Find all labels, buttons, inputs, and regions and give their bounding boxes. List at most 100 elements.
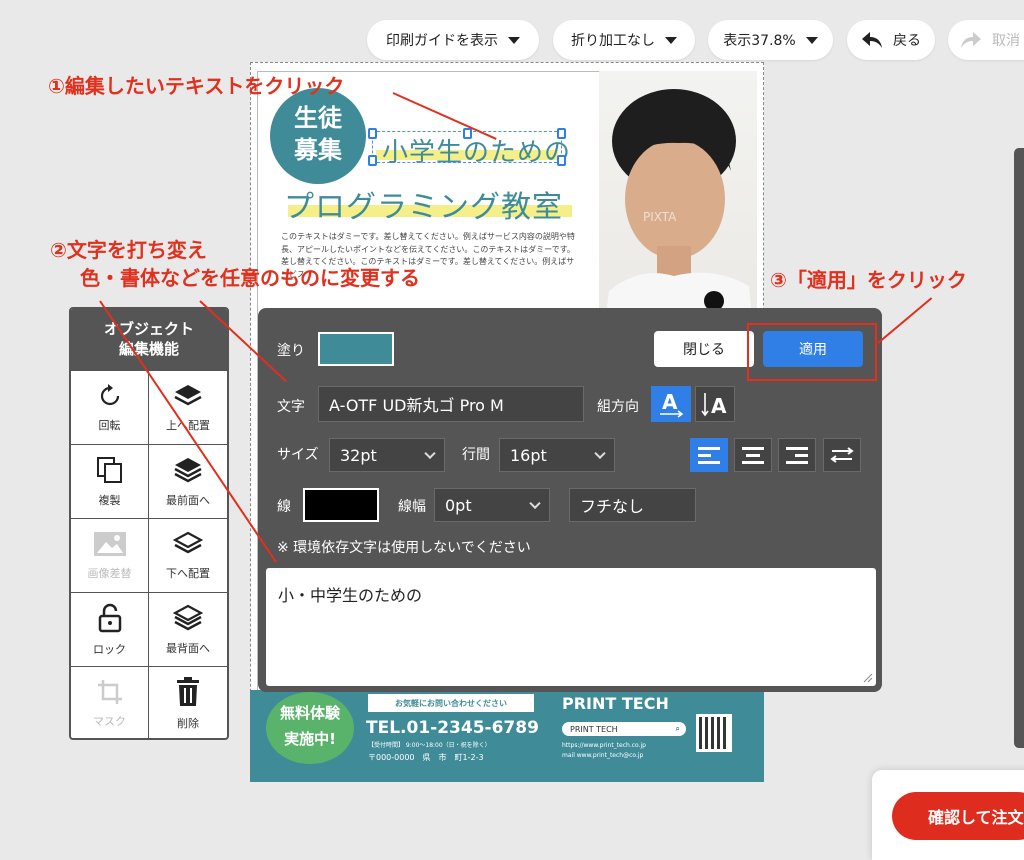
justify-icon [830,447,854,463]
send-to-back-label: 最背面へ [166,641,210,655]
bring-to-front-label: 最前面へ [166,493,210,507]
outline-style-value: フチなし [580,497,645,516]
redo-button[interactable]: 取消 [948,20,1024,60]
stroke-width-select[interactable]: 0pt [434,488,550,522]
size-label: サイズ [277,447,319,463]
chevron-down-icon [424,447,436,460]
send-backward-button[interactable]: 下へ配置 [149,519,227,593]
search-icon: ⌕ [675,724,680,733]
mask-label: マスク [93,715,126,728]
chevron-down-icon [594,447,606,460]
svg-text:A: A [662,390,678,414]
brand-text: PRINT TECH [562,694,669,713]
send-backward-label: 下へ配置 [166,566,210,580]
caret-down-icon [805,36,818,44]
fill-color-swatch[interactable] [318,332,394,366]
free-trial-badge: 無料体験 実施中! [266,692,354,764]
font-size-select[interactable]: 32pt [329,438,445,472]
image-icon [93,531,126,556]
undo-label: 戻る [893,33,921,49]
resize-handle[interactable] [557,128,566,139]
leading-value: 16pt [510,445,547,465]
hours-text: 【受付時間】 9:00〜18:00（日・祝を除く） [368,742,491,749]
caret-down-icon [665,36,677,44]
outline-style-field[interactable]: フチなし [569,488,696,522]
font-family-field[interactable]: A-OTF UD新丸ゴ Pro M [318,386,584,422]
caret-down-icon [508,36,520,44]
crop-icon [97,680,122,704]
replace-image-button[interactable]: 画像差替 [71,519,149,593]
badge-line-2: 募集 [294,136,342,164]
resize-handle[interactable] [368,155,377,166]
stroke-width-label: 線幅 [398,499,426,515]
justify-button[interactable] [823,438,861,472]
delete-button[interactable]: 削除 [149,667,227,738]
warning-text: ※ 環境依存文字は使用しないでください [277,540,531,556]
direction-label: 組方向 [597,399,639,415]
rotate-button[interactable]: 回転 [71,371,149,445]
url-text: https://www.print_tech.co.jp [562,742,646,749]
address-text: 〒000-0000 県 市 町1-2-3 [368,753,484,762]
mail-text: mail www.print_tech@co.jp [562,752,644,759]
fold-dropdown[interactable]: 折り加工なし [553,20,695,60]
vertical-text-icon: A [701,393,727,418]
zoom-dropdown[interactable]: 表示37.8% [708,20,833,60]
rotate-label: 回転 [98,418,121,432]
layer-front-icon [174,457,202,482]
replace-image-label: 画像差替 [87,566,132,580]
text-input-value: 小・中学生のための [278,586,423,605]
rotate-icon [100,383,119,405]
print-guide-label: 印刷ガイドを表示 [386,33,498,49]
qr-code [696,714,732,752]
stroke-color-swatch[interactable] [303,488,379,522]
undo-icon [862,32,882,48]
send-to-back-button[interactable]: 最背面へ [149,593,227,667]
print-guide-dropdown[interactable]: 印刷ガイドを表示 [367,20,539,60]
brand-search-box: PRINT TECH ⌕ [562,722,686,736]
lock-button[interactable]: ロック [71,593,149,667]
headline-main-text[interactable]: プログラミング教室 [284,182,563,226]
align-right-button[interactable] [778,438,816,472]
resize-handle[interactable] [557,155,566,166]
resize-handle[interactable] [463,128,472,139]
bring-to-front-button[interactable]: 最前面へ [149,445,227,519]
font-size-value: 32pt [340,445,377,465]
resize-handle[interactable] [368,128,377,139]
horizontal-text-button[interactable]: A [651,386,691,422]
annotation-step-2-line-1: ②文字を打ち変え [50,238,207,262]
layer-back-icon [173,604,203,630]
stroke-width-value: 0pt [445,495,472,515]
undo-button[interactable]: 戻る [847,20,935,60]
mask-button[interactable]: マスク [71,667,149,738]
object-panel-title-line-1: オブジェクト [103,320,194,338]
free-trial-line-1: 無料体験 [279,704,340,722]
trash-icon [177,677,199,706]
leading-select[interactable]: 16pt [499,438,615,472]
resize-grip-icon [863,673,873,683]
redo-label: 取消 [992,33,1020,49]
badge-line-1: 生徒 [294,104,342,132]
align-left-button[interactable] [690,438,728,472]
vertical-text-button[interactable]: A [695,386,735,422]
side-panel-edge[interactable] [1014,148,1024,748]
redo-icon [961,32,981,48]
recruitment-badge[interactable]: 生徒 募集 [270,88,366,184]
annotation-step-2-line-2: 色・書体などを任意のものに変更する [80,266,420,290]
lock-label: ロック [93,642,126,656]
object-panel-title-line-2: 編集機能 [118,340,179,358]
brand-search-text: PRINT TECH [570,724,618,734]
close-button[interactable]: 閉じる [654,331,754,367]
text-input[interactable]: 小・中学生のための [266,568,876,686]
duplicate-button[interactable]: 複製 [71,445,149,519]
align-center-button[interactable] [734,438,772,472]
layer-down-icon [173,531,203,553]
annotation-step-1: ①編集したいテキストをクリック [48,74,345,98]
object-panel-title: オブジェクト 編集機能 [71,309,227,371]
fold-label: 折り加工なし [571,33,655,49]
stroke-label: 線 [277,499,291,515]
duplicate-label: 複製 [98,493,121,507]
confirm-order-button[interactable]: 確認して注文 [892,792,1024,840]
free-trial-line-2: 実施中! [284,730,336,748]
contact-banner: お気軽にお問い合わせください [368,694,534,712]
duplicate-icon [96,456,122,483]
